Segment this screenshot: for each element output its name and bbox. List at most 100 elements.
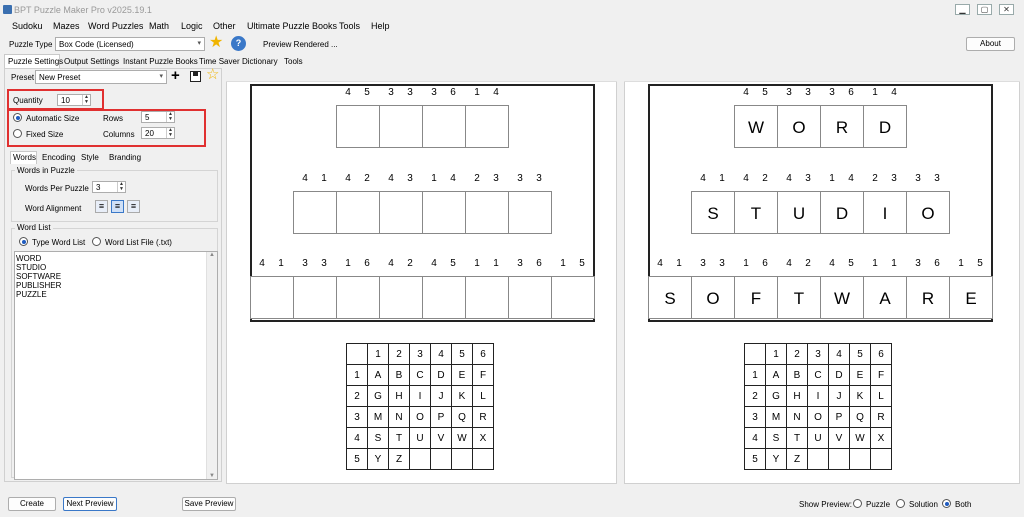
menu-ultimate-puzzle-books[interactable]: Ultimate Puzzle Books bbox=[247, 21, 337, 31]
menu-sudoku[interactable]: Sudoku bbox=[12, 21, 43, 31]
key-grid-cell: R bbox=[472, 406, 494, 428]
code-number: 5 bbox=[848, 258, 854, 269]
key-grid-cell: 5 bbox=[346, 448, 368, 470]
show-both-radio[interactable] bbox=[942, 499, 951, 508]
rows-stepper[interactable]: 5 ▲ ▼ bbox=[141, 111, 175, 123]
tab-dictionary[interactable]: Dictionary bbox=[242, 57, 278, 66]
menu-math[interactable]: Math bbox=[149, 21, 169, 31]
columns-stepper[interactable]: 20 ▲ ▼ bbox=[141, 127, 175, 139]
key-grid-cell: N bbox=[786, 406, 808, 428]
align-right-icon[interactable]: ≡ bbox=[127, 200, 140, 213]
maximize-button[interactable]: ▢ bbox=[977, 4, 992, 15]
key-grid-cell: D bbox=[828, 364, 850, 386]
code-number: 1 bbox=[829, 173, 835, 184]
show-puzzle-radio[interactable] bbox=[853, 499, 862, 508]
menu-other[interactable]: Other bbox=[213, 21, 236, 31]
scroll-down-icon[interactable]: ▼ bbox=[207, 473, 217, 479]
automatic-size-radio[interactable] bbox=[13, 113, 22, 122]
subtab-words[interactable]: Words bbox=[13, 153, 36, 162]
tab-tools[interactable]: Tools bbox=[284, 57, 303, 66]
key-grid-row: 1ABCDEF bbox=[744, 364, 892, 386]
chevron-down-icon: ▾ bbox=[197, 40, 201, 47]
code-number: 4 bbox=[493, 87, 499, 98]
word-list-file-radio[interactable] bbox=[92, 237, 101, 246]
close-button[interactable]: ✕ bbox=[999, 4, 1014, 15]
scroll-up-icon[interactable]: ▲ bbox=[207, 252, 217, 258]
align-center-icon[interactable]: ≡ bbox=[111, 200, 124, 213]
menu-tools[interactable]: Tools bbox=[339, 21, 360, 31]
stepper-arrows-icon[interactable]: ▲ ▼ bbox=[166, 128, 174, 138]
show-both-label: Both bbox=[955, 500, 972, 509]
word-list-scrollbar[interactable]: ▲ ▼ bbox=[206, 252, 217, 479]
code-number: 2 bbox=[407, 258, 413, 269]
key-grid-cell: 1 bbox=[367, 343, 389, 365]
key-grid-cell: 3 bbox=[346, 406, 368, 428]
code-number: 4 bbox=[345, 87, 351, 98]
tab-puzzle-settings[interactable]: Puzzle Settings bbox=[8, 57, 63, 66]
subtab-encoding[interactable]: Encoding bbox=[42, 153, 75, 162]
puzzle-key-grid: 1234561ABCDEF2GHIJKL3MNOPQR4STUVWX5YZ bbox=[346, 343, 494, 470]
tab-output-settings[interactable]: Output Settings bbox=[64, 57, 119, 66]
quantity-stepper[interactable]: 10 ▲ ▼ bbox=[57, 94, 91, 106]
next-preview-button[interactable]: Next Preview bbox=[63, 497, 117, 511]
key-grid-cell: 6 bbox=[472, 343, 494, 365]
puzzle-type-value: Box Code (Licensed) bbox=[59, 40, 134, 49]
menu-word-puzzles[interactable]: Word Puzzles bbox=[88, 21, 143, 31]
type-word-list-radio[interactable] bbox=[19, 237, 28, 246]
create-button[interactable]: Create bbox=[8, 497, 56, 511]
key-grid-cell: U bbox=[409, 427, 431, 449]
minimize-button[interactable]: ▁ bbox=[955, 4, 970, 15]
code-number: 5 bbox=[579, 258, 585, 269]
key-grid-cell: C bbox=[409, 364, 431, 386]
key-grid-cell: 2 bbox=[346, 385, 368, 407]
key-grid-cell: C bbox=[807, 364, 829, 386]
code-number: 3 bbox=[891, 173, 897, 184]
key-grid-row: 3MNOPQR bbox=[744, 406, 892, 428]
stepper-arrows-icon[interactable]: ▲ ▼ bbox=[82, 95, 90, 105]
tab-instant-puzzle-books[interactable]: Instant Puzzle Books bbox=[123, 57, 198, 66]
puzzle-letter-box bbox=[465, 276, 509, 319]
code-number: 4 bbox=[829, 258, 835, 269]
key-grid-cell bbox=[346, 343, 368, 365]
tab-time-saver[interactable]: Time Saver bbox=[199, 57, 240, 66]
stepper-arrows-icon[interactable]: ▲ ▼ bbox=[166, 112, 174, 122]
puzzle-letter-box bbox=[508, 191, 552, 234]
code-number: 6 bbox=[762, 258, 768, 269]
subtab-style[interactable]: Style bbox=[81, 153, 99, 162]
help-icon[interactable]: ? bbox=[231, 36, 246, 51]
save-preset-icon[interactable] bbox=[190, 71, 201, 82]
about-button[interactable]: About bbox=[966, 37, 1015, 51]
stepper-arrows-icon[interactable]: ▲ ▼ bbox=[117, 182, 125, 192]
code-number: 3 bbox=[915, 258, 921, 269]
key-grid-cell: G bbox=[367, 385, 389, 407]
key-grid-cell: 2 bbox=[744, 385, 766, 407]
key-grid-cell: 5 bbox=[744, 448, 766, 470]
show-solution-label: Solution bbox=[909, 500, 938, 509]
menu-mazes[interactable]: Mazes bbox=[53, 21, 80, 31]
puzzle-type-select[interactable]: Box Code (Licensed) ▾ bbox=[55, 37, 205, 51]
menu-help[interactable]: Help bbox=[371, 21, 390, 31]
word-list-item: WORD bbox=[16, 254, 42, 263]
words-per-puzzle-stepper[interactable]: 3 ▲ ▼ bbox=[92, 181, 126, 193]
menu-logic[interactable]: Logic bbox=[181, 21, 203, 31]
word-list-textarea[interactable]: WORD STUDIO SOFTWARE PUBLISHER PUZZLE ▲ … bbox=[14, 251, 218, 480]
preset-select[interactable]: New Preset ▾ bbox=[35, 70, 167, 84]
word-list-group-label: Word List bbox=[15, 223, 53, 232]
code-number: 1 bbox=[676, 258, 682, 269]
align-left-icon[interactable]: ≡ bbox=[95, 200, 108, 213]
save-preview-button[interactable]: Save Preview bbox=[182, 497, 236, 511]
favorite-star-icon[interactable]: ★ bbox=[209, 35, 223, 51]
solution-letter-box: O bbox=[777, 105, 821, 148]
favorite-preset-star-icon[interactable]: ☆ bbox=[206, 67, 219, 83]
code-number: 3 bbox=[407, 173, 413, 184]
key-grid-row: 4STUVWX bbox=[346, 427, 494, 449]
key-grid-row: 5YZ bbox=[346, 448, 494, 470]
puzzle-letter-box bbox=[465, 191, 509, 234]
add-preset-icon[interactable]: + bbox=[171, 68, 180, 84]
key-grid-cell: V bbox=[828, 427, 850, 449]
subtab-branding[interactable]: Branding bbox=[109, 153, 141, 162]
fixed-size-radio[interactable] bbox=[13, 129, 22, 138]
key-grid-cell: V bbox=[430, 427, 452, 449]
show-solution-radio[interactable] bbox=[896, 499, 905, 508]
key-grid-row: 5YZ bbox=[744, 448, 892, 470]
